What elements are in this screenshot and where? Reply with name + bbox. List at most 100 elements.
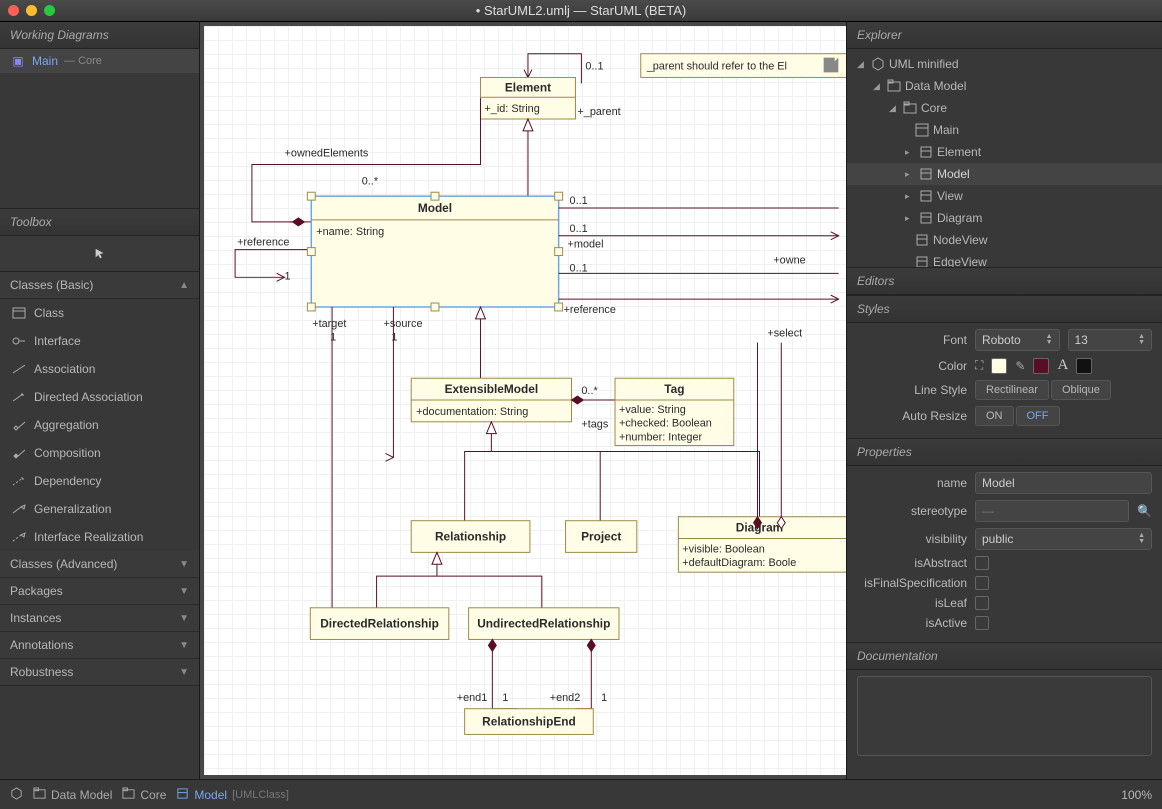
- autoresize-on-button[interactable]: ON: [975, 406, 1014, 426]
- tree-node-view[interactable]: ▸View: [847, 185, 1162, 207]
- line-color-swatch[interactable]: [1033, 358, 1049, 374]
- side-drawer-handle[interactable]: [820, 54, 846, 79]
- group-classes-basic[interactable]: Classes (Basic)▲: [0, 272, 199, 299]
- svg-text:+number: Integer: +number: Integer: [619, 432, 703, 444]
- toolbox-title: Toolbox: [0, 209, 199, 236]
- cursor-tool[interactable]: [0, 236, 199, 272]
- svg-text:1: 1: [502, 692, 508, 704]
- fill-color-swatch[interactable]: [991, 358, 1007, 374]
- eyedropper-icon[interactable]: ⛶: [975, 358, 983, 373]
- uml-note[interactable]: _parent should refer to the El: [641, 54, 846, 78]
- group-packages[interactable]: Packages▼: [0, 578, 199, 605]
- svg-text:+defaultDiagram: Boole: +defaultDiagram: Boole: [682, 557, 796, 569]
- prop-isfinal-checkbox[interactable]: [975, 576, 989, 590]
- canvas-wrap: _parent should refer to the El 0..1 +_pa…: [200, 22, 846, 779]
- svg-text:+value: String: +value: String: [619, 404, 686, 416]
- uml-class-directedrelationship[interactable]: DirectedRelationship: [310, 608, 449, 640]
- tool-interface[interactable]: Interface: [0, 327, 199, 355]
- pencil-icon[interactable]: ✎: [1015, 359, 1025, 373]
- svg-text:+end1: +end1: [457, 692, 488, 704]
- prop-isactive-checkbox[interactable]: [975, 616, 989, 630]
- uml-class-diagram[interactable]: Diagram +visible: Boolean +defaultDiagra…: [678, 517, 846, 572]
- svg-text:DirectedRelationship: DirectedRelationship: [320, 617, 439, 631]
- tool-association[interactable]: Association: [0, 355, 199, 383]
- text-color-swatch[interactable]: [1076, 358, 1092, 374]
- uml-class-project[interactable]: Project: [566, 521, 637, 553]
- breadcrumb-project[interactable]: [10, 787, 23, 803]
- uml-class-relationshipend[interactable]: RelationshipEnd: [465, 709, 594, 735]
- prop-stereotype-input[interactable]: —: [975, 500, 1129, 522]
- prop-isabstract-label: isAbstract: [857, 556, 967, 570]
- prop-isabstract-checkbox[interactable]: [975, 556, 989, 570]
- tool-dependency[interactable]: Dependency: [0, 467, 199, 495]
- svg-text:Element: Element: [505, 80, 551, 94]
- group-annotations[interactable]: Annotations▼: [0, 632, 199, 659]
- chevron-down-icon: ▼: [179, 559, 189, 570]
- uml-class-element[interactable]: Element +_id: String: [480, 77, 575, 119]
- tree-node-main[interactable]: Main: [847, 119, 1162, 141]
- svg-text:1: 1: [391, 332, 397, 344]
- documentation-textarea[interactable]: [857, 676, 1152, 756]
- linestyle-label: Line Style: [857, 383, 967, 397]
- prop-visibility-select[interactable]: public▲▼: [975, 528, 1152, 550]
- uml-class-model[interactable]: Model +name: String: [307, 192, 562, 311]
- uml-class-undirectedrelationship[interactable]: UndirectedRelationship: [469, 608, 619, 640]
- uml-class-tag[interactable]: Tag +value: String +checked: Boolean +nu…: [615, 378, 734, 445]
- prop-name-input[interactable]: Model: [975, 472, 1152, 494]
- tool-composition[interactable]: Composition: [0, 439, 199, 467]
- svg-text:1: 1: [285, 270, 291, 282]
- diagram-canvas[interactable]: _parent should refer to the El 0..1 +_pa…: [204, 26, 846, 775]
- svg-text:+source: +source: [384, 318, 423, 330]
- search-icon[interactable]: 🔍: [1137, 504, 1152, 518]
- tree-node-element[interactable]: ▸Element: [847, 141, 1162, 163]
- group-classes-advanced[interactable]: Classes (Advanced)▼: [0, 551, 199, 578]
- group-robustness[interactable]: Robustness▼: [0, 659, 199, 686]
- svg-text:+tags: +tags: [581, 419, 608, 431]
- tool-interface-realization[interactable]: Interface Realization: [0, 523, 199, 551]
- breadcrumb-core[interactable]: Core: [122, 787, 166, 803]
- zoom-level[interactable]: 100%: [1121, 788, 1152, 802]
- linestyle-rectilinear-button[interactable]: Rectilinear: [975, 380, 1049, 400]
- svg-text:Relationship: Relationship: [435, 530, 506, 544]
- breadcrumb-model[interactable]: Model[UMLClass]: [176, 787, 289, 803]
- properties-header: Properties: [847, 438, 1162, 466]
- chevron-down-icon: ▼: [179, 640, 189, 651]
- tool-aggregation[interactable]: Aggregation: [0, 411, 199, 439]
- svg-text:0..*: 0..*: [581, 385, 598, 397]
- svg-text:ExtensibleModel: ExtensibleModel: [445, 382, 539, 396]
- autoresize-label: Auto Resize: [857, 409, 967, 423]
- group-instances[interactable]: Instances▼: [0, 605, 199, 632]
- text-color-icon[interactable]: A: [1057, 357, 1068, 374]
- right-panel: Explorer ◢UML minified ◢Data Model ◢Core…: [846, 22, 1162, 779]
- tool-generalization[interactable]: Generalization: [0, 495, 199, 523]
- tree-node-nodeview[interactable]: NodeView: [847, 229, 1162, 251]
- tree-node-root[interactable]: ◢UML minified: [847, 53, 1162, 75]
- svg-text:+target: +target: [312, 318, 346, 330]
- prop-isleaf-checkbox[interactable]: [975, 596, 989, 610]
- font-select[interactable]: Roboto▲▼: [975, 329, 1060, 351]
- tree-node-model[interactable]: ▸Model: [847, 163, 1162, 185]
- uml-class-relationship[interactable]: Relationship: [411, 521, 530, 553]
- working-diagram-item[interactable]: ▣ Main — Core: [0, 49, 199, 73]
- font-size-select[interactable]: 13▲▼: [1068, 329, 1153, 351]
- prop-stereotype-label: stereotype: [857, 504, 967, 518]
- tool-directed-association[interactable]: Directed Association: [0, 383, 199, 411]
- tree-node-edgeview[interactable]: EdgeView: [847, 251, 1162, 267]
- tree-node-core[interactable]: ◢Core: [847, 97, 1162, 119]
- svg-text:_parent should refer to the El: _parent should refer to the El: [646, 61, 787, 73]
- explorer-tree[interactable]: ◢UML minified ◢Data Model ◢Core Main ▸El…: [847, 49, 1162, 267]
- tree-node-diagram[interactable]: ▸Diagram: [847, 207, 1162, 229]
- breadcrumb-datamodel[interactable]: Data Model: [33, 787, 112, 803]
- svg-text:Project: Project: [581, 530, 621, 544]
- svg-text:+documentation: String: +documentation: String: [416, 406, 528, 418]
- editors-header[interactable]: Editors: [847, 267, 1162, 295]
- linestyle-oblique-button[interactable]: Oblique: [1051, 380, 1111, 400]
- autoresize-off-button[interactable]: OFF: [1016, 406, 1060, 426]
- tool-class[interactable]: Class: [0, 299, 199, 327]
- svg-text:+name: String: +name: String: [316, 226, 384, 238]
- color-label: Color: [857, 359, 967, 373]
- tree-node-datamodel[interactable]: ◢Data Model: [847, 75, 1162, 97]
- prop-isfinal-label: isFinalSpecification: [857, 576, 967, 590]
- svg-text:Model: Model: [418, 201, 452, 215]
- uml-class-extensiblemodel[interactable]: ExtensibleModel +documentation: String: [411, 378, 571, 422]
